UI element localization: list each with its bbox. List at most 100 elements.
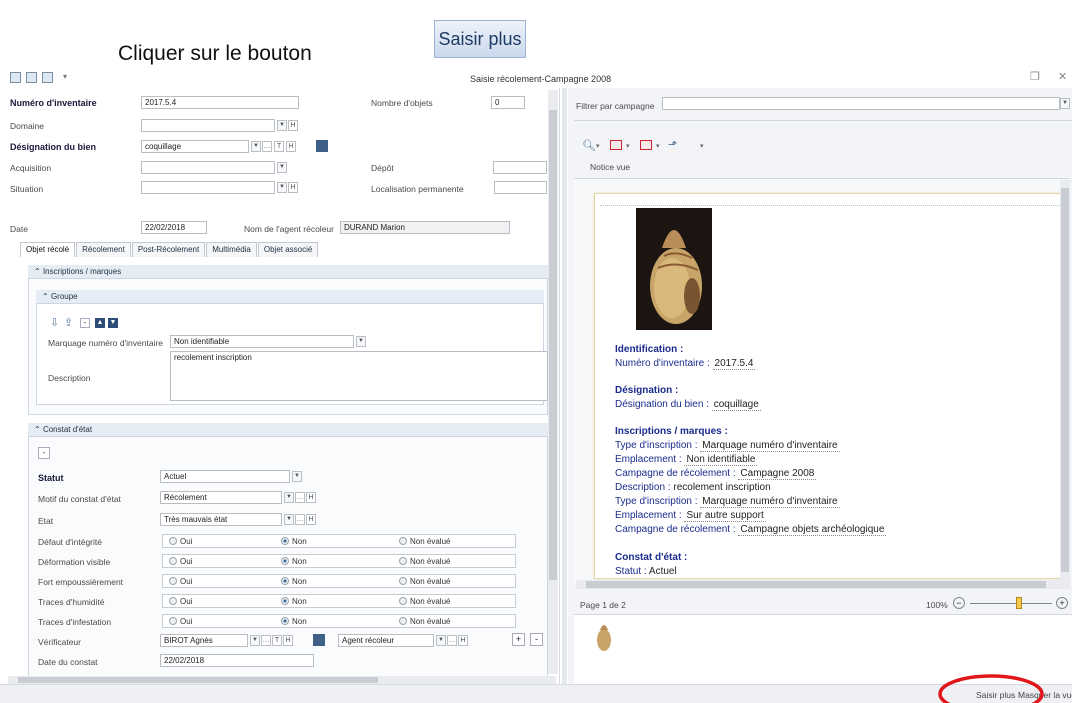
tab-post-recolement[interactable]: Post-Récolement — [131, 242, 206, 257]
tab-recolement[interactable]: Récolement — [76, 242, 131, 257]
move-up-icon[interactable]: ▲ — [95, 318, 105, 328]
customize-toolbar-icon[interactable]: ▾ — [63, 72, 67, 81]
role-dropdown-icon[interactable]: ▼ — [436, 635, 446, 646]
chevron-down-icon[interactable]: ▾ — [656, 142, 660, 150]
move-down-icon[interactable]: ▼ — [108, 318, 118, 328]
designation-dropdown-icon[interactable]: ▼ — [251, 141, 261, 152]
remove-constat-icon[interactable]: - — [38, 447, 50, 459]
export-icon[interactable] — [42, 72, 53, 83]
domaine-history-icon[interactable]: H — [288, 120, 298, 131]
restore-icon[interactable]: ❐ — [1030, 70, 1040, 83]
save-icon[interactable] — [26, 72, 37, 83]
preview-horizontal-scrollbar[interactable] — [576, 580, 1070, 589]
send-icon[interactable]: ⬏ — [668, 138, 677, 151]
radio-non-evalue[interactable]: Non évalué — [399, 577, 450, 586]
verificateur-dropdown-icon[interactable]: ▼ — [250, 635, 260, 646]
role-more-icon[interactable]: … — [447, 635, 457, 646]
designation-thesaurus-icon[interactable]: T — [274, 141, 284, 152]
etat-history-icon[interactable]: H — [306, 514, 316, 525]
localisation-field[interactable] — [494, 181, 547, 194]
statut-dropdown-icon[interactable]: ▼ — [292, 471, 302, 482]
statut-field[interactable]: Actuel — [160, 470, 290, 483]
radio-oui[interactable]: Oui — [169, 617, 192, 626]
designation-history-icon[interactable]: H — [286, 141, 296, 152]
role-history-icon[interactable]: H — [458, 635, 468, 646]
zoom-slider-track[interactable] — [970, 603, 1052, 604]
numero-inventaire-field[interactable]: 2017.5.4 — [141, 96, 299, 109]
left-scroll-thumb[interactable] — [549, 110, 557, 580]
marquage-dropdown-icon[interactable]: ▼ — [356, 336, 366, 347]
verificateur-thesaurus-icon[interactable]: T — [272, 635, 282, 646]
role-field[interactable]: Agent récoleur — [338, 634, 434, 647]
chevron-down-icon[interactable]: ▾ — [596, 142, 600, 150]
situation-history-icon[interactable]: H — [288, 182, 298, 193]
close-icon[interactable]: ✕ — [1058, 70, 1067, 83]
preview-scroll-thumb[interactable] — [1061, 188, 1069, 572]
radio-oui[interactable]: Oui — [169, 537, 192, 546]
print-icon[interactable] — [610, 140, 622, 150]
nombre-objets-field[interactable]: 0 — [491, 96, 525, 109]
tab-multimedia[interactable]: Multimédia — [206, 242, 257, 257]
zoom-slider-thumb[interactable] — [1016, 597, 1023, 609]
designation-image-icon[interactable] — [316, 140, 328, 152]
radio-non-evalue[interactable]: Non évalué — [399, 537, 450, 546]
remove-verificateur-button[interactable]: - — [530, 633, 543, 646]
radio-oui[interactable]: Oui — [169, 597, 192, 606]
radio-oui[interactable]: Oui — [169, 557, 192, 566]
depot-field[interactable] — [493, 161, 547, 174]
date-constat-field[interactable]: 22/02/2018 — [160, 654, 314, 667]
radio-non-evalue[interactable]: Non évalué — [399, 557, 450, 566]
customize-icon[interactable]: ▾ — [700, 142, 704, 150]
motif-history-icon[interactable]: H — [306, 492, 316, 503]
radio-non-evalue[interactable]: Non évalué — [399, 597, 450, 606]
situation-field[interactable] — [141, 181, 275, 194]
radio-non[interactable]: Non — [281, 597, 307, 606]
filtre-campagne-field[interactable] — [662, 97, 1060, 110]
domaine-field[interactable] — [141, 119, 275, 132]
left-hscroll-thumb[interactable] — [18, 677, 378, 683]
designation-field[interactable]: coquillage — [141, 140, 249, 153]
marquage-field[interactable]: Non identifiable — [170, 335, 354, 348]
radio-non[interactable]: Non — [281, 617, 307, 626]
motif-field[interactable]: Récolement — [160, 491, 282, 504]
add-verificateur-button[interactable]: + — [512, 633, 525, 646]
verificateur-history-icon[interactable]: H — [283, 635, 293, 646]
motif-more-icon[interactable]: … — [295, 492, 305, 503]
thumbnail-image[interactable] — [594, 620, 614, 652]
radio-non[interactable]: Non — [281, 557, 307, 566]
remove-item-icon[interactable]: - — [80, 318, 90, 328]
acquisition-dropdown-icon[interactable]: ▼ — [277, 162, 287, 173]
filtre-dropdown-icon[interactable]: ▼ — [1060, 98, 1070, 109]
verificateur-more-icon[interactable]: … — [261, 635, 271, 646]
radio-non-evalue[interactable]: Non évalué — [399, 617, 450, 626]
pane-splitter[interactable] — [562, 88, 567, 684]
description-field[interactable]: recolement inscription — [170, 351, 548, 401]
tab-objet-recole[interactable]: Objet récolé — [20, 242, 76, 257]
radio-non[interactable]: Non — [281, 577, 307, 586]
groupe-header[interactable]: ⌃ Groupe — [36, 290, 544, 304]
situation-dropdown-icon[interactable]: ▼ — [277, 182, 287, 193]
motif-dropdown-icon[interactable]: ▼ — [284, 492, 294, 503]
zoom-out-icon[interactable]: − — [953, 597, 965, 609]
domaine-dropdown-icon[interactable]: ▼ — [277, 120, 287, 131]
export-pdf-icon[interactable] — [640, 140, 652, 150]
chevron-down-icon[interactable]: ▾ — [626, 142, 630, 150]
add-item-icon[interactable]: ⇩ — [50, 316, 59, 329]
preview-hscroll-thumb[interactable] — [586, 581, 1046, 588]
verificateur-image-icon[interactable] — [313, 634, 325, 646]
radio-non[interactable]: Non — [281, 537, 307, 546]
tab-objet-associe[interactable]: Objet associé — [257, 242, 319, 257]
left-horizontal-scrollbar[interactable] — [8, 676, 556, 684]
copy-item-icon[interactable]: ⇪ — [64, 316, 73, 329]
inscriptions-header[interactable]: ⌃ Inscriptions / marques — [28, 265, 548, 279]
preview-vertical-scrollbar[interactable] — [1060, 180, 1070, 580]
acquisition-field[interactable] — [141, 161, 275, 174]
designation-more-icon[interactable]: … — [262, 141, 272, 152]
agent-recoleur-field[interactable]: DURAND Marion — [340, 221, 510, 234]
left-vertical-scrollbar[interactable] — [548, 90, 558, 674]
etat-field[interactable]: Très mauvais état — [160, 513, 282, 526]
etat-more-icon[interactable]: … — [295, 514, 305, 525]
zoom-search-icon[interactable]: 🔍︎ — [582, 139, 596, 152]
verificateur-field[interactable]: BIROT Agnès — [160, 634, 248, 647]
etat-dropdown-icon[interactable]: ▼ — [284, 514, 294, 525]
